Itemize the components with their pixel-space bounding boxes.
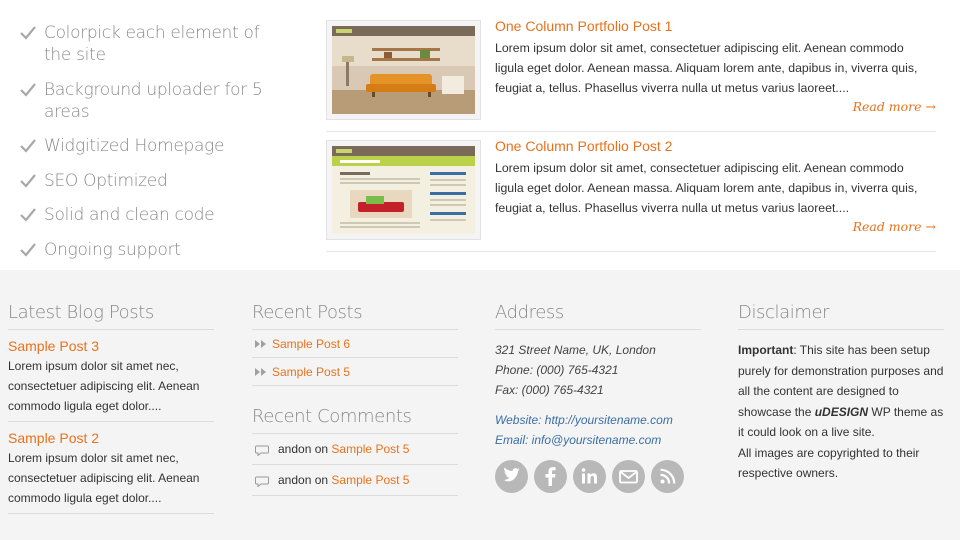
widget-title: Disclaimer: [738, 302, 944, 330]
social-icons: [495, 460, 701, 493]
thumbnail-image: [332, 26, 475, 114]
feature-item: Solid and clean code: [20, 204, 310, 226]
feature-item: Background uploader for 5 areas: [20, 79, 310, 123]
list-item: andon on Sample Post 5: [252, 434, 458, 465]
feature-label: Widgitized Homepage: [44, 136, 225, 156]
address-block: 321 Street Name, UK, London Phone: (000)…: [495, 340, 701, 400]
footer: Latest Blog Posts Sample Post 3 Lorem ip…: [0, 270, 960, 540]
comment-bubble-icon: [255, 445, 269, 456]
phone-number: Phone: (000) 765-4321: [495, 363, 619, 377]
list-item: Sample Post 5: [252, 358, 458, 386]
disclaimer-text: Important: This site has been setup pure…: [738, 340, 944, 484]
list-item: Sample Post 6: [252, 330, 458, 358]
list-item: andon on Sample Post 5: [252, 465, 458, 496]
disclaimer-body-3: All images are copyrighted to their resp…: [738, 445, 920, 481]
linkedin-icon[interactable]: [573, 460, 606, 493]
comment-on-text: on: [314, 442, 329, 456]
disclaimer-important: Important: [738, 343, 794, 357]
portfolio-excerpt: Lorem ipsum dolor sit amet, consectetuer…: [495, 161, 918, 215]
double-arrow-icon: [255, 368, 266, 376]
recent-post-link[interactable]: Sample Post 6: [272, 337, 350, 351]
comment-post-link[interactable]: Sample Post 5: [331, 473, 409, 487]
feature-item: Ongoing support: [20, 239, 310, 261]
checkmark-icon: [20, 208, 36, 222]
disclaimer-brand: uDESIGN: [814, 404, 869, 419]
feature-item: Colorpick each element of the site: [20, 22, 290, 66]
portfolio-thumbnail[interactable]: [326, 20, 481, 120]
widget-title: Recent Posts: [252, 302, 458, 330]
blog-post-excerpt: Lorem ipsum dolor sit amet nec, consecte…: [8, 451, 200, 505]
blog-post-link[interactable]: Sample Post 3: [8, 338, 214, 354]
portfolio-list: One Column Portfolio Post 1 Lorem ipsum …: [326, 12, 936, 252]
rss-icon[interactable]: [651, 460, 684, 493]
recent-posts-list: Sample Post 6 Sample Post 5: [252, 330, 458, 386]
portfolio-item: One Column Portfolio Post 2 Lorem ipsum …: [326, 132, 936, 252]
feature-label: Ongoing support: [44, 239, 181, 260]
street-address: 321 Street Name, UK, London: [495, 343, 656, 357]
email-link[interactable]: Email: info@yoursitename.com: [495, 430, 701, 450]
blog-post-item: Sample Post 2 Lorem ipsum dolor sit amet…: [8, 422, 214, 514]
blog-post-item: Sample Post 3 Lorem ipsum dolor sit amet…: [8, 330, 214, 422]
comment-author: andon: [278, 473, 312, 487]
blog-post-link[interactable]: Sample Post 2: [8, 430, 214, 446]
double-arrow-icon: [255, 340, 266, 348]
feature-label: SEO Optimized: [44, 170, 168, 191]
portfolio-title-link[interactable]: One Column Portfolio Post 1: [495, 18, 672, 34]
feature-item: Widgitized Homepage: [20, 135, 310, 157]
fax-number: Fax: (000) 765-4321: [495, 383, 604, 397]
recent-comments-list: andon on Sample Post 5 andon on Sample P…: [252, 434, 458, 496]
portfolio-item: One Column Portfolio Post 1 Lorem ipsum …: [326, 12, 936, 132]
footer-address-widget: Address 321 Street Name, UK, London Phon…: [495, 302, 701, 493]
portfolio-excerpt: Lorem ipsum dolor sit amet, consectetuer…: [495, 41, 918, 95]
feature-list: Colorpick each element of the site Backg…: [20, 22, 310, 273]
twitter-icon[interactable]: [495, 460, 528, 493]
footer-recent-widget: Recent Posts Sample Post 6 Sample Post 5…: [252, 302, 458, 496]
read-more-link[interactable]: Read more →: [853, 99, 936, 114]
portfolio-title-link[interactable]: One Column Portfolio Post 2: [495, 138, 672, 154]
feature-label: Background uploader for 5 areas: [44, 79, 263, 122]
checkmark-icon: [20, 139, 36, 153]
facebook-icon[interactable]: [534, 460, 567, 493]
checkmark-icon: [20, 173, 36, 188]
blog-post-excerpt: Lorem ipsum dolor sit amet nec, consecte…: [8, 359, 200, 413]
portfolio-thumbnail[interactable]: [326, 140, 481, 240]
feature-item: SEO Optimized: [20, 170, 310, 192]
website-link[interactable]: Website: http://yoursitename.com: [495, 410, 701, 430]
comment-post-link[interactable]: Sample Post 5: [331, 442, 409, 456]
feature-label: Colorpick each element of the site: [44, 23, 260, 65]
widget-title: Address: [495, 302, 701, 330]
comment-author: andon: [278, 442, 312, 456]
contact-links: Website: http://yoursitename.com Email: …: [495, 410, 701, 450]
email-icon[interactable]: [612, 460, 645, 493]
comment-on-text: on: [314, 473, 329, 487]
checkmark-icon: [20, 26, 36, 40]
widget-title: Latest Blog Posts: [8, 302, 214, 330]
checkmark-icon: [20, 82, 36, 97]
read-more-link[interactable]: Read more →: [853, 219, 936, 234]
recent-post-link[interactable]: Sample Post 5: [272, 365, 350, 379]
content-area: Colorpick each element of the site Backg…: [0, 0, 960, 270]
comment-bubble-icon: [255, 476, 269, 487]
checkmark-icon: [20, 242, 36, 257]
thumbnail-image: [332, 146, 475, 234]
widget-title: Recent Comments: [252, 406, 458, 434]
footer-disclaimer-widget: Disclaimer Important: This site has been…: [738, 302, 944, 484]
feature-label: Solid and clean code: [44, 205, 215, 225]
footer-blog-widget: Latest Blog Posts Sample Post 3 Lorem ip…: [8, 302, 214, 514]
